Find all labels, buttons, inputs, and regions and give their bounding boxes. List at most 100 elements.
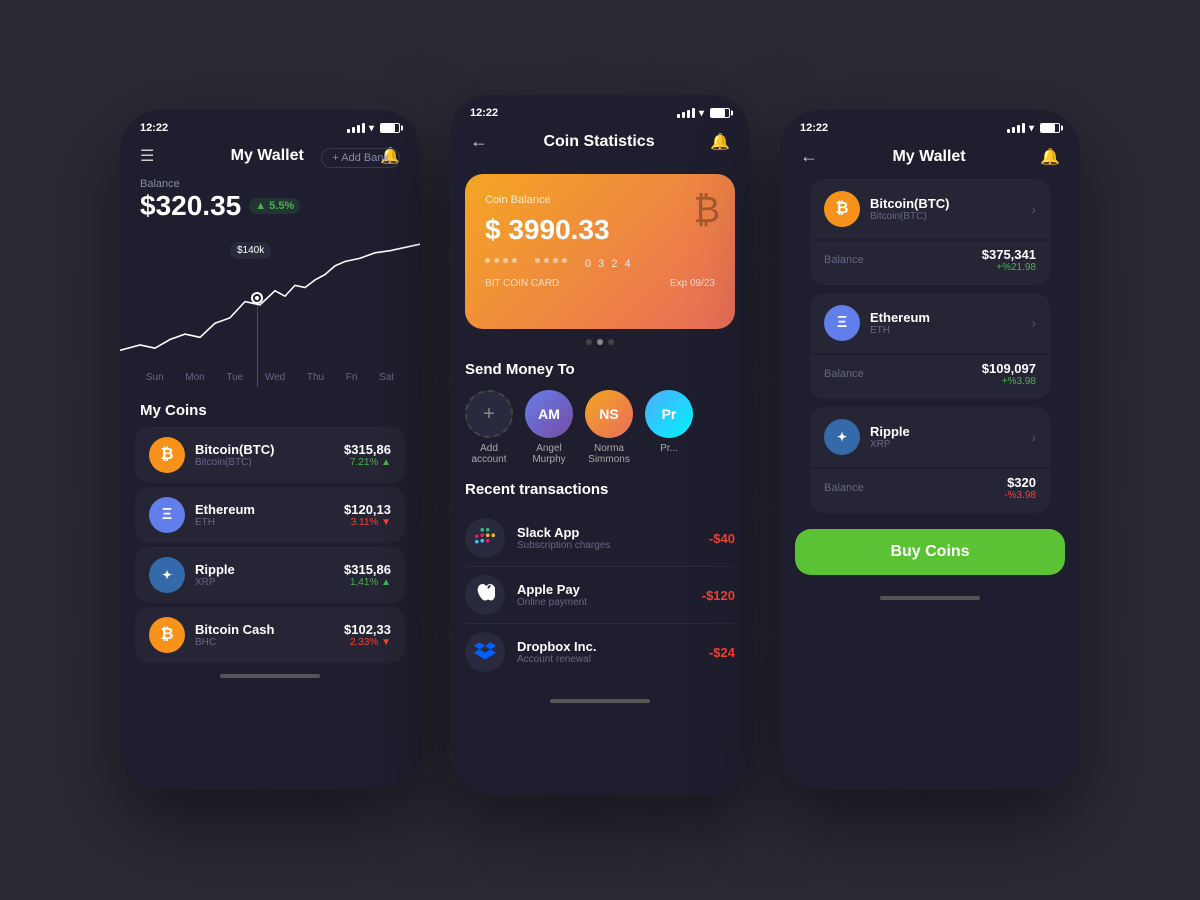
time-1: 12:22 bbox=[140, 122, 168, 134]
bell-icon-3[interactable]: 🔔 bbox=[1040, 147, 1060, 167]
battery-icon-2 bbox=[710, 108, 730, 118]
eth-info: Ethereum ETH bbox=[195, 502, 334, 528]
eth-balance-val: $109,097 +%3.98 bbox=[982, 361, 1036, 387]
bhc-value: $102,33 2.33% ▼ bbox=[344, 622, 391, 648]
add-bank-button[interactable]: + Add Bank bbox=[321, 148, 400, 168]
page-dot-2[interactable] bbox=[597, 339, 603, 345]
eth-price: $120,13 bbox=[344, 502, 391, 517]
btc-price: $315,86 bbox=[344, 442, 391, 457]
header-3: ← My Wallet 🔔 bbox=[780, 140, 1080, 179]
wallet-btc-icon: ₿ bbox=[824, 191, 860, 227]
wallet-coin-list: ₿ Bitcoin(BTC) Bitcoin(BTC) › Balance $3… bbox=[780, 179, 1080, 519]
btc-sub: Bitcoin(BTC) bbox=[195, 457, 334, 468]
page-dot-3[interactable] bbox=[608, 339, 614, 345]
xrp-balance-pct: -%3.98 bbox=[1004, 490, 1036, 501]
contact-add-label: Addaccount bbox=[471, 443, 506, 465]
contact-norma[interactable]: NS NormaSimmons bbox=[585, 390, 633, 465]
chart-container: $140k Sun Mon Tue Wed Thu Fri Sat bbox=[120, 232, 420, 392]
xrp-balance-label: Balance bbox=[824, 482, 864, 494]
wallet-eth-balance: Balance $109,097 +%3.98 bbox=[810, 355, 1050, 399]
eth-balance-pct: +%3.98 bbox=[982, 376, 1036, 387]
transactions-title: Recent transactions bbox=[465, 481, 735, 498]
xrp-balance-num: $320 bbox=[1004, 475, 1036, 490]
chart-svg bbox=[120, 242, 420, 372]
header-title-3: My Wallet bbox=[892, 148, 965, 166]
xrp-change: 1,41% ▲ bbox=[344, 577, 391, 588]
eth-icon: Ξ bbox=[149, 497, 185, 533]
wallet-xrp-icon: ✦ bbox=[824, 419, 860, 455]
bhc-info: Bitcoin Cash BHC bbox=[195, 622, 334, 648]
bhc-icon: ₿ bbox=[149, 617, 185, 653]
wallet-btc-row[interactable]: ₿ Bitcoin(BTC) Bitcoin(BTC) › bbox=[810, 179, 1050, 239]
slack-name: Slack App bbox=[517, 525, 697, 540]
add-contact-icon[interactable]: + bbox=[465, 390, 513, 438]
coin-card: ₿ Coin Balance $ 3990.33 0 3 2 4 BIT COI… bbox=[465, 174, 735, 329]
apple-info: Apple Pay Online payment bbox=[517, 582, 690, 608]
wallet-btc-info: Bitcoin(BTC) Bitcoin(BTC) bbox=[870, 196, 1021, 222]
eth-change: 3.11% ▼ bbox=[344, 517, 391, 528]
contact-angel[interactable]: AM AngelMurphy bbox=[525, 390, 573, 465]
back-icon-2[interactable]: ← bbox=[470, 131, 488, 152]
contact-pr[interactable]: Pr Pr... bbox=[645, 390, 693, 465]
dropbox-name: Dropbox Inc. bbox=[517, 639, 697, 654]
wallet-xrp-name: Ripple bbox=[870, 424, 1021, 439]
apple-amount: -$120 bbox=[702, 588, 735, 603]
home-indicator-2 bbox=[450, 688, 750, 713]
coin-item-eth[interactable]: Ξ Ethereum ETH $120,13 3.11% ▼ bbox=[135, 487, 405, 543]
card-partial-number: 0 3 2 4 bbox=[585, 258, 633, 270]
chevron-btc: › bbox=[1031, 201, 1036, 217]
wallet-btc-sub: Bitcoin(BTC) bbox=[870, 211, 1021, 222]
btc-balance-pct: +%21.98 bbox=[982, 262, 1036, 273]
btc-change: 7.21% ▲ bbox=[344, 457, 391, 468]
trans-slack[interactable]: Slack App Subscription charges -$40 bbox=[465, 510, 735, 567]
buy-coins-button[interactable]: Buy Coins bbox=[795, 529, 1065, 575]
coin-item-btc[interactable]: ₿ Bitcoin(BTC) Bitcoin(BTC) $315,86 7.21… bbox=[135, 427, 405, 483]
slack-amount: -$40 bbox=[709, 531, 735, 546]
send-title: Send Money To bbox=[465, 361, 735, 378]
chart-days: Sun Mon Tue Wed Thu Fri Sat bbox=[120, 372, 420, 383]
signal-icon-2 bbox=[677, 108, 695, 118]
chart-line bbox=[257, 297, 258, 387]
balance-change: ▲ 5.5% bbox=[249, 198, 300, 214]
dropbox-amount: -$24 bbox=[709, 645, 735, 660]
page-dot-1[interactable] bbox=[586, 339, 592, 345]
day-mon: Mon bbox=[185, 372, 204, 383]
time-3: 12:22 bbox=[800, 122, 828, 134]
wallet-btc-balance: Balance $375,341 +%21.98 bbox=[810, 241, 1050, 285]
signal-icon-3 bbox=[1007, 123, 1025, 133]
day-thu: Thu bbox=[307, 372, 324, 383]
contact-add[interactable]: + Addaccount bbox=[465, 390, 513, 465]
my-coins-title: My Coins bbox=[120, 392, 420, 427]
bhc-price: $102,33 bbox=[344, 622, 391, 637]
wallet-eth-name: Ethereum bbox=[870, 310, 1021, 325]
dropbox-icon bbox=[465, 632, 505, 672]
chart-label: $140k bbox=[230, 242, 271, 259]
day-wed: Wed bbox=[265, 372, 285, 383]
coin-item-bhc[interactable]: ₿ Bitcoin Cash BHC $102,33 2.33% ▼ bbox=[135, 607, 405, 663]
battery-icon-3 bbox=[1040, 123, 1060, 133]
phone-3: 12:22 ▾ ← My Wallet 🔔 ₿ Bitcoin(BTC) Bi bbox=[780, 110, 1080, 790]
bell-icon-2[interactable]: 🔔 bbox=[710, 132, 730, 152]
wallet-xrp-info: Ripple XRP bbox=[870, 424, 1021, 450]
btc-name: Bitcoin(BTC) bbox=[195, 442, 334, 457]
menu-icon[interactable]: ☰ bbox=[140, 146, 154, 166]
dropbox-info: Dropbox Inc. Account renewal bbox=[517, 639, 697, 665]
status-icons-1: ▾ bbox=[347, 123, 400, 134]
wallet-eth-row[interactable]: Ξ Ethereum ETH › bbox=[810, 293, 1050, 353]
angel-name: AngelMurphy bbox=[532, 443, 565, 465]
trans-apple[interactable]: Apple Pay Online payment -$120 bbox=[465, 567, 735, 624]
back-icon-3[interactable]: ← bbox=[800, 146, 818, 167]
signal-icon bbox=[347, 123, 365, 133]
wallet-eth-icon: Ξ bbox=[824, 305, 860, 341]
slack-info: Slack App Subscription charges bbox=[517, 525, 697, 551]
apple-icon bbox=[465, 575, 505, 615]
wallet-eth-sub: ETH bbox=[870, 325, 1021, 336]
coin-item-xrp[interactable]: ✦ Ripple XRP $315,86 1,41% ▲ bbox=[135, 547, 405, 603]
trans-dropbox[interactable]: Dropbox Inc. Account renewal -$24 bbox=[465, 624, 735, 680]
eth-value: $120,13 3.11% ▼ bbox=[344, 502, 391, 528]
bhc-change: 2.33% ▼ bbox=[344, 637, 391, 648]
card-name: BIT COIN CARD bbox=[485, 278, 559, 289]
wallet-xrp-row[interactable]: ✦ Ripple XRP › bbox=[810, 407, 1050, 467]
home-indicator-3 bbox=[780, 585, 1080, 610]
day-sun: Sun bbox=[146, 372, 164, 383]
